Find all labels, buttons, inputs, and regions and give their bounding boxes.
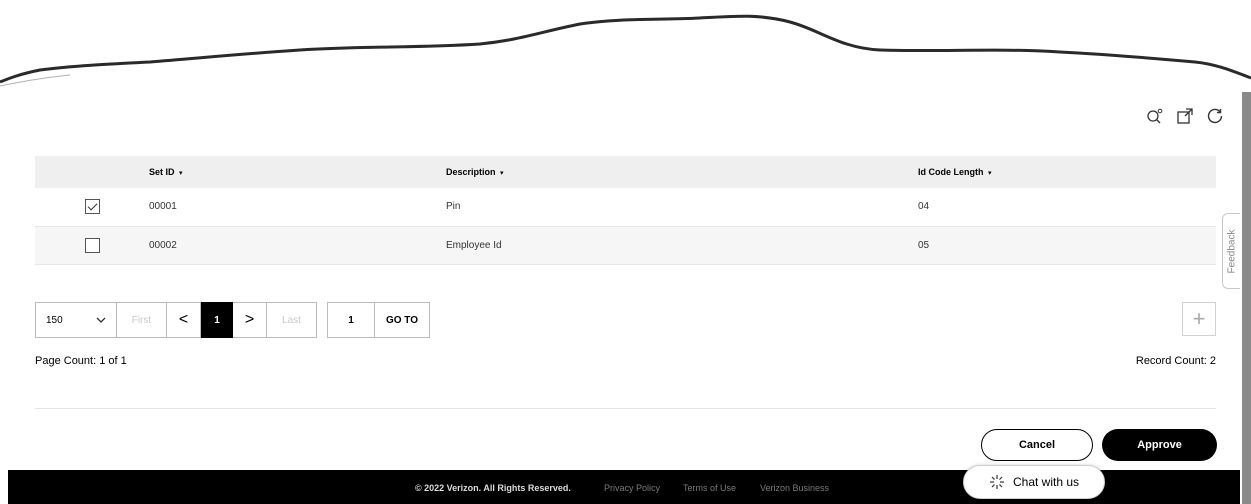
id-code-length-cell: 05 — [918, 239, 930, 251]
feedback-label: Feedback — [1226, 229, 1238, 273]
record-count: Record Count: 2 — [1136, 355, 1216, 367]
verizon-business-link[interactable]: Verizon Business — [760, 483, 829, 493]
last-page-button[interactable]: Last — [267, 302, 317, 338]
page-count-value: 1 of 1 — [99, 355, 127, 367]
row-select-cell — [35, 226, 149, 264]
set-id-cell: 00001 — [149, 201, 177, 213]
data-table: Set ID ▾ Description ▾ Id Code Length ▾ … — [35, 156, 1216, 265]
pagination: 150 First < 1 > Last 1 GO TO — [35, 302, 430, 338]
copyright-text: © 2022 Verizon. All Rights Reserved. — [415, 483, 571, 493]
scrollbar[interactable] — [1242, 92, 1251, 504]
id-code-length-cell: 04 — [918, 201, 930, 213]
table-row[interactable]: 00001 Pin 04 — [35, 188, 1216, 226]
current-page-button[interactable]: 1 — [201, 302, 233, 338]
page-size-value: 150 — [46, 314, 63, 326]
column-header-set-id[interactable]: Set ID ▾ — [149, 156, 446, 188]
goto-button[interactable]: GO TO — [375, 302, 430, 338]
sparkle-icon — [989, 475, 1004, 489]
sort-down-icon[interactable]: ▾ — [500, 170, 504, 177]
record-count-label: Record Count: — [1135, 355, 1207, 367]
column-header-id-code-length[interactable]: Id Code Length ▾ — [918, 156, 1216, 188]
description-cell: Employee Id — [446, 239, 502, 251]
set-id-cell: 00002 — [149, 239, 177, 251]
feedback-tab[interactable]: Feedback — [1222, 213, 1240, 289]
sort-down-icon[interactable]: ▾ — [988, 170, 992, 177]
chat-button[interactable]: Chat with us — [963, 465, 1105, 499]
privacy-policy-link[interactable]: Privacy Policy — [604, 483, 660, 493]
approve-button[interactable]: Approve — [1102, 429, 1217, 461]
goto-page-input[interactable]: 1 — [327, 302, 375, 338]
row-select-cell — [35, 188, 149, 226]
terms-of-use-link[interactable]: Terms of Use — [683, 483, 736, 493]
page-count: Page Count: 1 of 1 — [35, 355, 127, 367]
divider — [35, 408, 1216, 409]
chevron-down-icon — [96, 317, 106, 323]
page-size-select[interactable]: 150 — [35, 302, 117, 338]
next-page-button[interactable]: > — [233, 302, 267, 338]
select-column-header — [35, 156, 149, 188]
page-count-label: Page Count: — [35, 355, 97, 367]
sort-down-icon[interactable]: ▾ — [179, 170, 183, 177]
row-checkbox[interactable] — [84, 199, 100, 215]
cancel-button[interactable]: Cancel — [981, 429, 1093, 461]
description-cell: Pin — [446, 201, 461, 213]
first-page-button[interactable]: First — [117, 302, 167, 338]
row-checkbox[interactable] — [84, 237, 100, 253]
add-record-button[interactable]: + — [1182, 302, 1216, 336]
table-header-row: Set ID ▾ Description ▾ Id Code Length ▾ — [35, 156, 1216, 188]
prev-page-button[interactable]: < — [167, 302, 201, 338]
chat-label: Chat with us — [1012, 475, 1080, 489]
table-row[interactable]: 00002 Employee Id 05 — [35, 226, 1216, 264]
record-count-value: 2 — [1209, 355, 1216, 367]
column-header-description[interactable]: Description ▾ — [446, 156, 918, 188]
torn-paper-edge — [0, 0, 1251, 87]
